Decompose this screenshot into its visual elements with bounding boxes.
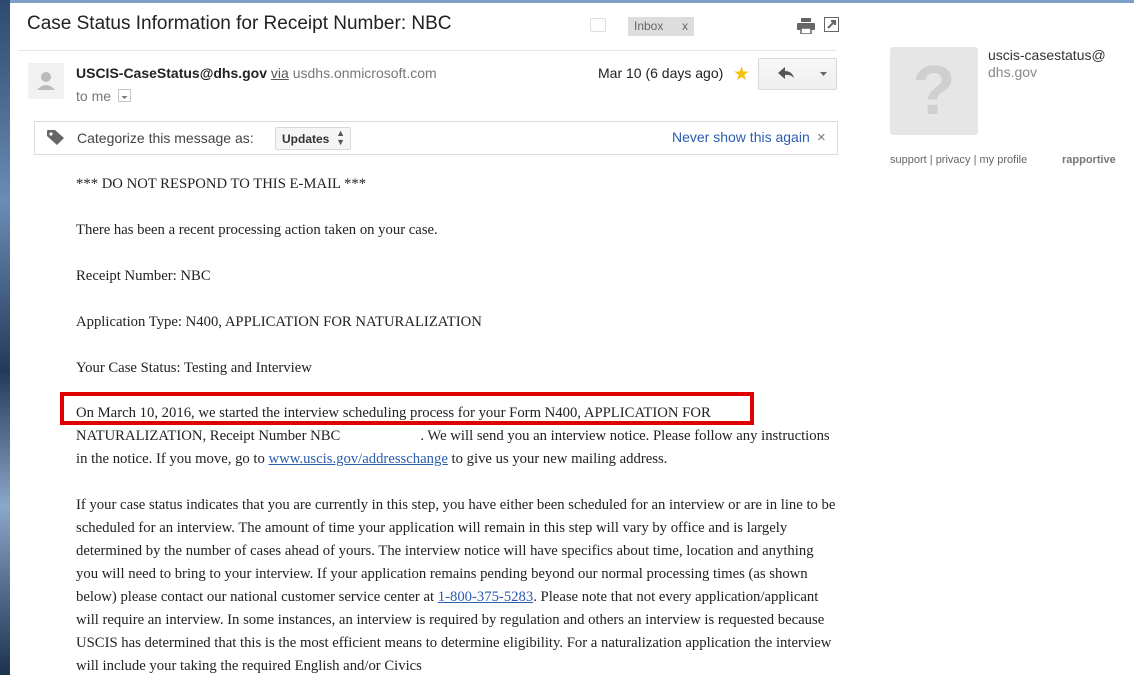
highlight-box	[60, 392, 754, 425]
important-marker-icon[interactable]	[590, 18, 606, 32]
tag-icon	[47, 130, 64, 145]
sender-avatar	[28, 63, 64, 99]
categorize-bar: Categorize this message as: Updates ▲ ▼ N…	[34, 121, 838, 155]
print-icon[interactable]	[797, 18, 815, 34]
star-icon[interactable]: ★	[733, 63, 750, 86]
categorize-label: Categorize this message as:	[77, 130, 254, 146]
recipient-label: to me	[76, 88, 112, 104]
question-mark-icon: ?	[912, 51, 956, 129]
new-window-icon[interactable]	[824, 17, 839, 32]
rapportive-email: uscis-casestatus@ dhs.gov	[988, 47, 1106, 81]
support-link[interactable]: support	[890, 154, 927, 166]
body-warning: *** DO NOT RESPOND TO THIS E-MAIL ***	[76, 176, 367, 192]
body-receipt-number: Receipt Number: NBC	[76, 268, 211, 284]
category-select-value: Updates	[282, 132, 330, 146]
body-paragraph-details: If your case status indicates that you a…	[76, 494, 836, 678]
sender-line: USCIS-CaseStatus@dhs.gov via usdhs.onmic…	[76, 65, 437, 81]
rapportive-avatar: ?	[890, 47, 978, 135]
rapportive-email-domain: dhs.gov	[988, 64, 1038, 80]
address-change-link[interactable]: www.uscis.gov/addresschange	[269, 451, 448, 467]
category-select[interactable]: Updates ▲ ▼	[275, 127, 351, 150]
never-show-again-link[interactable]: Never show this again	[672, 129, 810, 145]
via-domain: usdhs.onmicrosoft.com	[292, 65, 437, 81]
chevron-down-icon	[820, 72, 827, 76]
reply-button[interactable]	[758, 58, 813, 90]
avatar-icon	[37, 72, 55, 90]
my-profile-link[interactable]: my profile	[980, 154, 1028, 166]
header-divider	[18, 50, 836, 51]
rapportive-brand[interactable]: rapportive	[1062, 154, 1116, 166]
link-separator: |	[929, 154, 933, 166]
email-date: Mar 10 (6 days ago)	[598, 65, 724, 81]
body-application-type: Application Type: N400, APPLICATION FOR …	[76, 314, 482, 330]
chevron-down-icon	[121, 96, 128, 99]
up-down-arrow-icon: ▲ ▼	[336, 128, 345, 147]
recipient-details-toggle[interactable]	[118, 89, 131, 102]
body-case-status: Your Case Status: Testing and Interview	[76, 360, 312, 376]
privacy-link[interactable]: privacy	[936, 154, 971, 166]
inbox-label-text: Inbox	[634, 19, 664, 33]
inbox-label-chip[interactable]: Inbox x	[628, 17, 694, 36]
sender-address[interactable]: USCIS-CaseStatus@dhs.gov	[76, 65, 267, 81]
phone-link[interactable]: 1-800-375-5283	[438, 589, 533, 605]
email-subject: Case Status Information for Receipt Numb…	[27, 13, 452, 34]
rapportive-links: support | privacy | my profile	[890, 154, 1027, 166]
more-actions-button[interactable]	[811, 58, 837, 90]
link-separator: |	[973, 154, 977, 166]
close-icon[interactable]: ×	[817, 129, 826, 146]
remove-label-button[interactable]: x	[682, 19, 688, 33]
desktop-background-edge	[0, 0, 10, 675]
rapportive-email-user: uscis-casestatus@	[988, 47, 1106, 63]
reply-icon	[778, 67, 794, 79]
via-link[interactable]: via	[271, 65, 289, 81]
body-recent-action: There has been a recent processing actio…	[76, 222, 438, 238]
email-view: Case Status Information for Receipt Numb…	[10, 3, 1134, 675]
para1-text-c: to give us your new mailing address.	[447, 451, 668, 467]
